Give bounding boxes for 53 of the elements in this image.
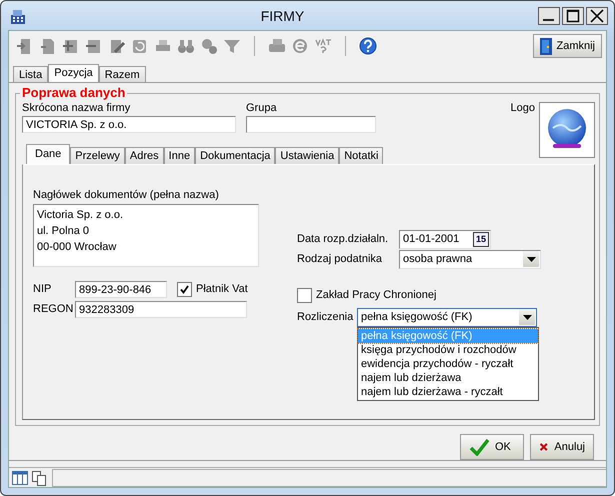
door-icon xyxy=(540,38,552,54)
dropdown-arrow-icon[interactable] xyxy=(522,314,532,320)
regon-field[interactable]: 932283309 xyxy=(75,300,247,318)
tab[interactable]: Pozycja xyxy=(48,64,99,82)
field-label: Nagłówek dokumentów (pełna nazwa) xyxy=(33,189,220,201)
checkmark-icon xyxy=(469,438,489,456)
field-label: Rozliczenia xyxy=(297,311,353,323)
dropdown-arrow-icon[interactable] xyxy=(526,256,536,262)
tab[interactable]: Ustawienia xyxy=(275,147,340,164)
close-icon[interactable] xyxy=(586,6,608,24)
tab[interactable]: Adres xyxy=(124,147,164,164)
document-header-field[interactable]: Victoria Sp. z o.o. ul. Polna 0 00-000 Wrocław xyxy=(33,204,259,267)
dropdown-option[interactable]: księga przychodów i rozchodów xyxy=(358,342,538,356)
tab[interactable]: Lista xyxy=(13,66,48,82)
group-field[interactable] xyxy=(246,116,376,133)
maximize-icon[interactable] xyxy=(562,6,584,24)
tab[interactable]: Notatki xyxy=(339,147,384,164)
tab[interactable]: Razem xyxy=(98,66,146,82)
checkmark-icon xyxy=(180,284,189,294)
close-button[interactable]: Zamknij xyxy=(533,34,602,58)
field-label: Data rozp.działaln. xyxy=(297,233,390,245)
tab[interactable]: Dokumentacja xyxy=(195,147,276,164)
field-label: REGON xyxy=(33,303,71,315)
cancel-button[interactable]: Anuluj xyxy=(530,434,594,460)
tab[interactable]: Przelewy xyxy=(70,147,125,164)
checkbox-label: Zakład Pracy Chronionej xyxy=(316,289,436,301)
taxpayer-type-dropdown[interactable]: osoba prawna xyxy=(399,250,541,268)
columns-icon[interactable] xyxy=(12,470,28,486)
field-label: Skrócona nazwa firmy xyxy=(22,102,132,114)
field-label: NIP xyxy=(33,283,52,295)
checkbox[interactable] xyxy=(297,288,312,302)
help-icon[interactable] xyxy=(358,36,378,56)
checkbox-label: Płatnik Vat xyxy=(196,283,248,295)
dropdown-option[interactable]: najem lub dzierżawa - ryczałt xyxy=(358,384,538,398)
minimize-icon[interactable] xyxy=(538,6,560,24)
group-title: Poprawa danych xyxy=(20,85,128,100)
date-field[interactable]: 01-01-2001 15 xyxy=(399,230,491,248)
settlement-dropdown[interactable]: pełna księgowość (FK) xyxy=(357,308,537,326)
tab[interactable]: Dane xyxy=(26,144,70,164)
dropdown-option[interactable]: najem lub dzierżawa xyxy=(358,370,538,384)
dropdown-list[interactable]: pełna księgowość (FK) księga przychodów i rozchodów ewidencja przychodów - ryczałt najem lub dzierżawa najem lub dzierżawa - ryczałt xyxy=(357,326,539,400)
nip-field[interactable]: 899-23-90-846 xyxy=(75,280,167,298)
field-label: Rodzaj podatnika xyxy=(297,253,384,265)
calendar-button[interactable]: 15 xyxy=(473,232,489,246)
tab[interactable]: Inne xyxy=(164,147,196,164)
copy-pages-icon[interactable] xyxy=(31,470,47,486)
dropdown-option[interactable]: ewidencja przychodów - ryczałt xyxy=(358,356,538,370)
logo-label: Logo xyxy=(510,102,535,114)
field-label: Grupa xyxy=(246,102,278,114)
window-title: FIRMY xyxy=(260,8,306,24)
checkbox[interactable] xyxy=(177,282,192,296)
ok-button[interactable]: OK xyxy=(460,434,524,460)
short-name-field[interactable]: VICTORIA Sp. z o.o. xyxy=(22,116,236,133)
